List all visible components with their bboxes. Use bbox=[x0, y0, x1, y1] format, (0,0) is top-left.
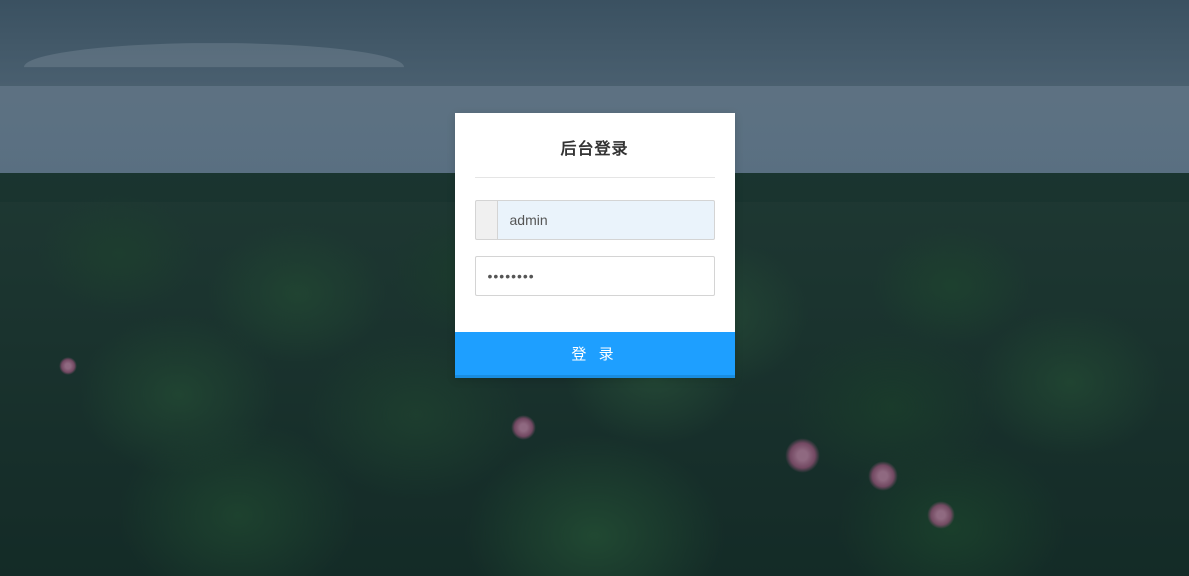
username-group bbox=[475, 200, 715, 240]
login-button[interactable]: 登 录 bbox=[455, 332, 735, 378]
login-header: 后台登录 bbox=[455, 113, 735, 177]
login-panel: 后台登录 登 录 bbox=[455, 113, 735, 378]
login-form bbox=[455, 178, 735, 332]
username-prefix-icon bbox=[475, 200, 497, 240]
username-input[interactable] bbox=[497, 200, 715, 240]
password-group bbox=[475, 256, 715, 296]
login-title: 后台登录 bbox=[475, 135, 715, 159]
password-input[interactable] bbox=[475, 256, 715, 296]
